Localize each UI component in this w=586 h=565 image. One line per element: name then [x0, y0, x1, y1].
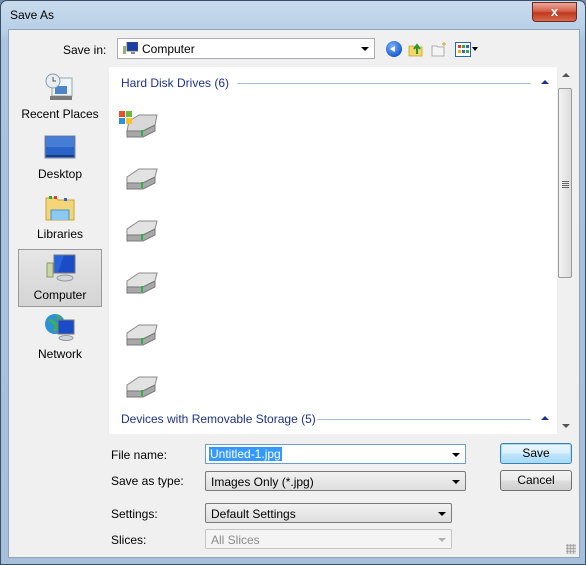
settings-value: Default Settings: [211, 507, 296, 521]
new-folder-icon[interactable]: [431, 41, 447, 57]
back-icon[interactable]: [386, 41, 402, 57]
close-icon: x: [550, 4, 559, 19]
place-label: Computer: [33, 288, 87, 302]
save-as-dialog: Save As x Save in: Computer Recent Place…: [0, 0, 586, 565]
computer-icon: [46, 254, 76, 282]
save-as-type-label: Save as type:: [111, 474, 184, 488]
drive-icon[interactable]: [117, 315, 163, 349]
drive-icon[interactable]: [117, 263, 163, 297]
slices-value: All Slices: [211, 533, 260, 547]
scroll-up-icon[interactable]: [562, 73, 570, 77]
dialog-body: Save in: Computer Recent Places Desktop …: [8, 29, 580, 558]
up-folder-icon[interactable]: [408, 41, 424, 57]
group-header-removable-storage[interactable]: Devices with Removable Storage (5): [121, 412, 316, 426]
file-name-value: Untitled-1.jpg: [209, 447, 282, 461]
grip-icon: [562, 181, 569, 188]
file-name-input[interactable]: Untitled-1.jpg: [205, 444, 466, 464]
group-header-hard-disk-drives[interactable]: Hard Disk Drives (6): [121, 76, 229, 90]
resize-grip-icon[interactable]: [566, 544, 576, 554]
save-in-label: Save in:: [63, 43, 107, 57]
file-name-label: File name:: [111, 448, 168, 462]
settings-label: Settings:: [111, 507, 158, 521]
place-label: Libraries: [36, 227, 84, 241]
system-drive-icon[interactable]: [117, 107, 163, 141]
place-recent-places[interactable]: Recent Places: [18, 69, 102, 127]
drive-icon[interactable]: [117, 367, 163, 401]
group-divider: [237, 83, 531, 84]
place-label: Desktop: [37, 167, 83, 181]
save-button[interactable]: Save: [500, 443, 572, 464]
views-dropdown-arrow-icon[interactable]: [472, 47, 478, 51]
chevron-down-icon: [438, 538, 446, 542]
place-network[interactable]: Network: [18, 309, 102, 367]
place-desktop[interactable]: Desktop: [18, 129, 102, 187]
chevron-down-icon: [361, 47, 369, 51]
slices-dropdown: All Slices: [205, 529, 452, 549]
scroll-thumb[interactable]: [558, 88, 572, 278]
close-button[interactable]: x: [532, 2, 577, 22]
computer-icon: [123, 42, 138, 54]
title-bar: Save As x: [1, 1, 585, 29]
settings-dropdown[interactable]: Default Settings: [205, 503, 452, 523]
chevron-down-icon: [438, 512, 446, 516]
network-icon: [45, 313, 75, 341]
drive-icon[interactable]: [117, 159, 163, 193]
save-in-value: Computer: [142, 42, 195, 56]
slices-label: Slices:: [111, 533, 147, 547]
save-as-type-dropdown[interactable]: Images Only (*.jpg): [205, 471, 466, 491]
vertical-scrollbar[interactable]: [557, 67, 574, 434]
place-label: Recent Places: [21, 107, 99, 121]
chevron-down-icon: [452, 480, 460, 484]
dialog-title: Save As: [10, 8, 55, 22]
collapse-group-icon[interactable]: [541, 80, 549, 84]
place-computer[interactable]: Computer: [18, 249, 102, 307]
group-divider: [317, 419, 531, 420]
desktop-icon: [44, 135, 76, 159]
drive-icon[interactable]: [117, 211, 163, 245]
views-menu-icon[interactable]: [455, 42, 471, 57]
chevron-down-icon[interactable]: [452, 453, 460, 457]
file-list[interactable]: Hard Disk Drives (6) Devices with Remova…: [109, 67, 557, 434]
cancel-button[interactable]: Cancel: [500, 470, 572, 491]
place-label: Network: [37, 347, 82, 361]
scroll-down-icon[interactable]: [562, 424, 570, 428]
collapse-group-icon[interactable]: [541, 416, 549, 420]
place-libraries[interactable]: Libraries: [18, 189, 102, 247]
save-as-type-value: Images Only (*.jpg): [211, 475, 314, 489]
save-in-dropdown[interactable]: Computer: [117, 38, 375, 59]
places-bar: Recent Places Desktop Libraries Computer…: [16, 67, 107, 437]
libraries-icon: [45, 196, 75, 221]
recent-places-icon: [45, 73, 73, 100]
